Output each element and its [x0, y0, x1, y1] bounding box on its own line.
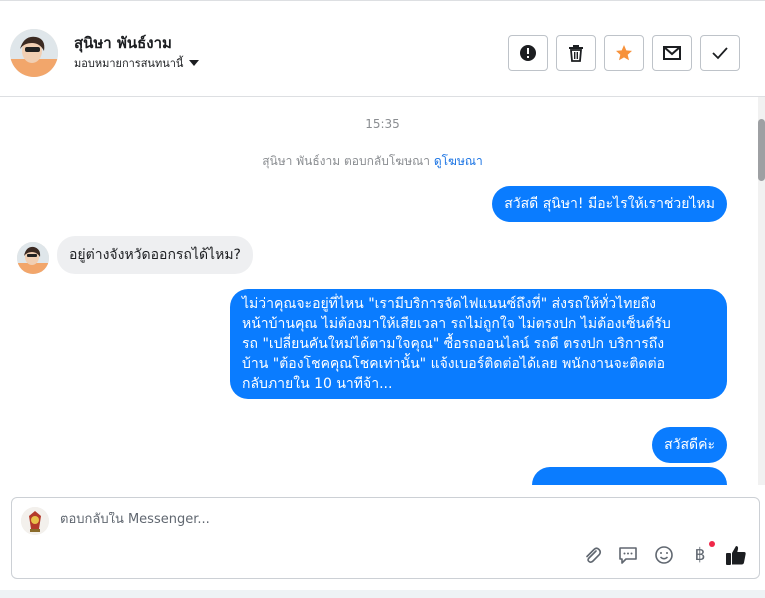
- view-ad-link[interactable]: ดูโฆษณา: [434, 154, 483, 168]
- outgoing-message: สวัสดีค่ะ: [652, 427, 727, 463]
- message-line: หน้าบ้านคุณ ไม่ต้องมาให้เสียเวลา รถไม่ถู…: [242, 316, 671, 332]
- mark-done-button[interactable]: [700, 35, 740, 71]
- assign-conversation-label: มอบหมายการสนทนานี้: [74, 57, 184, 70]
- outgoing-message: สวัสดี สุนิษา! มีอะไรให้เราช่วยไหม: [492, 186, 727, 222]
- delete-button[interactable]: [556, 35, 596, 71]
- exclamation-circle-icon: [520, 45, 536, 61]
- star-button[interactable]: [604, 35, 644, 71]
- contact-avatar-small[interactable]: [17, 242, 49, 274]
- composer-tools: ฿: [581, 541, 747, 566]
- envelope-icon: [663, 46, 681, 60]
- chat-scrollbar[interactable]: [758, 97, 765, 485]
- message-line: รถ "เปลี่ยนคันใหม่ได้ตามใจคุณ" ซื้อรถออน…: [242, 336, 665, 352]
- message-line: บ้าน "ต้องโชคคุณโชคเท่านั้น" แจ้งเบอร์ติ…: [242, 356, 666, 372]
- conversation-actions: [508, 35, 740, 71]
- emoji-icon: [655, 546, 673, 564]
- scrollbar-thumb[interactable]: [758, 119, 765, 181]
- mark-unread-button[interactable]: [652, 35, 692, 71]
- message-composer: ฿: [11, 497, 760, 579]
- emoji-button[interactable]: [653, 544, 675, 566]
- ad-reply-notice: สุนิษา พันธ์งาม ตอบกลับโฆษณา ดูโฆษณา: [0, 152, 745, 171]
- paperclip-icon: [586, 547, 602, 563]
- trash-icon: [569, 45, 583, 62]
- message-line: ไม่ว่าคุณจะอยู่ที่ไหน "เรามีบริการจัดไฟแ…: [242, 296, 656, 312]
- outgoing-message: ไม่ว่าคุณจะอยู่ที่ไหน "เรามีบริการจัดไฟแ…: [230, 289, 727, 399]
- incoming-message: อยู่ต่างจังหวัดออกรถได้ไหม?: [57, 236, 253, 274]
- bottom-bar: [0, 590, 765, 598]
- attach-file-button[interactable]: [581, 544, 603, 566]
- outgoing-message-partial: [532, 467, 727, 485]
- payment-button[interactable]: ฿: [689, 541, 715, 566]
- spam-button[interactable]: [508, 35, 548, 71]
- page-avatar: [21, 507, 49, 535]
- message-thread: 15:35 สุนิษา พันธ์งาม ตอบกลับโฆษณา ดูโฆษ…: [0, 97, 765, 485]
- thumbs-up-icon: [726, 546, 746, 565]
- contact-avatar[interactable]: [10, 29, 58, 77]
- message-input[interactable]: [60, 512, 660, 527]
- notification-dot: [709, 541, 715, 547]
- contact-name: สุนิษา พันธ์งาม: [74, 34, 172, 52]
- star-icon: [616, 45, 632, 61]
- assign-conversation-dropdown[interactable]: มอบหมายการสนทนานี้: [74, 54, 200, 72]
- chevron-down-icon: [189, 60, 200, 66]
- ad-reply-notice-text: สุนิษา พันธ์งาม ตอบกลับโฆษณา: [262, 154, 430, 168]
- checkmark-icon: [712, 47, 728, 60]
- message-timestamp: 15:35: [365, 117, 400, 131]
- baht-payment-icon: ฿: [694, 545, 706, 565]
- saved-replies-button[interactable]: [617, 544, 639, 566]
- saved-replies-icon: [619, 547, 637, 564]
- message-line: กลับภายใน 10 นาทีจ้า...: [242, 376, 393, 392]
- conversation-header: สุนิษา พันธ์งาม มอบหมายการสนทนานี้: [0, 0, 765, 97]
- send-like-button[interactable]: [725, 544, 747, 566]
